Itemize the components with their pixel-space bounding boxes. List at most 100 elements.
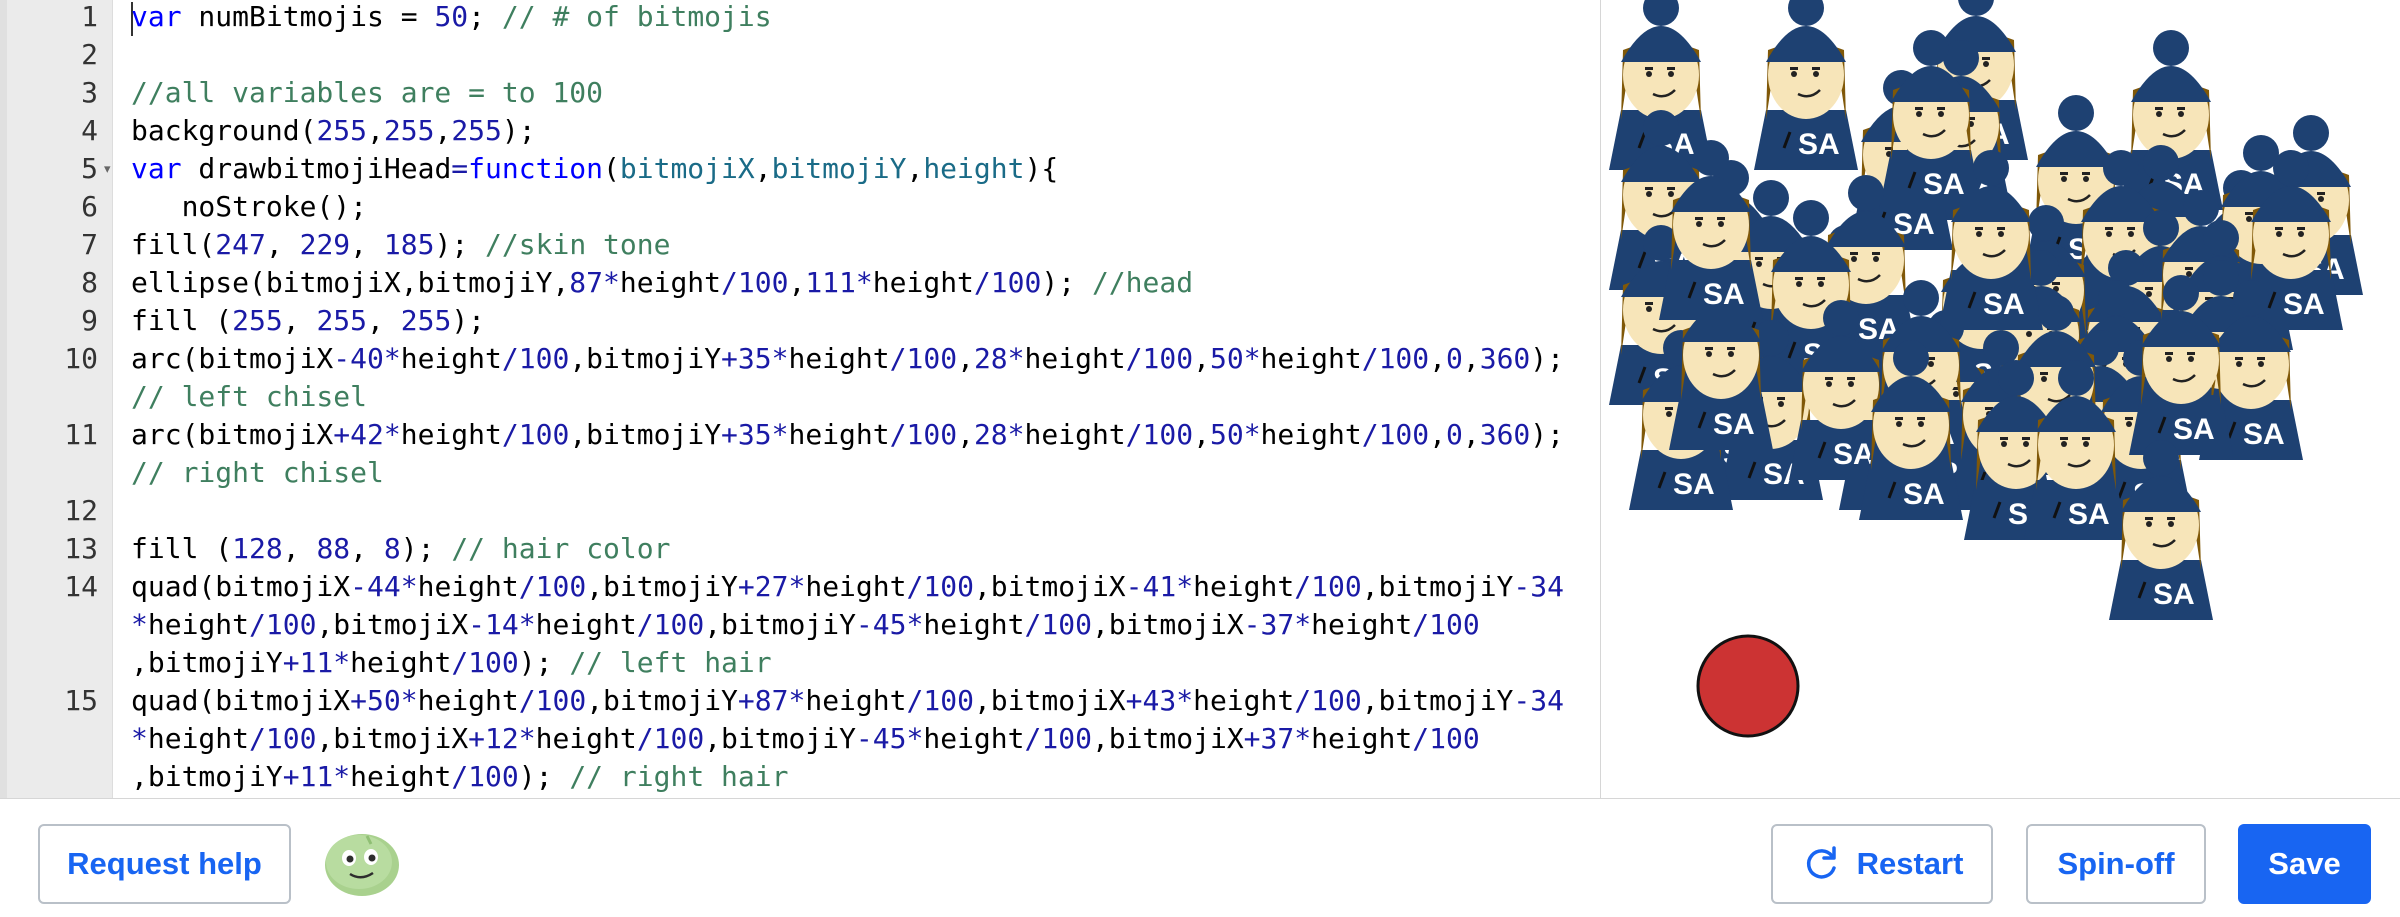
code-line[interactable]: ,bitmojiY+11*height/100); // left hair	[131, 644, 772, 682]
code-token: height	[1193, 684, 1295, 717]
code-token: );	[400, 532, 452, 565]
code-token: ,	[367, 114, 384, 147]
line-number: 15	[64, 684, 98, 717]
code-token: /	[721, 266, 738, 299]
code-token: 247	[215, 228, 266, 261]
code-token: ,bitmojiY	[586, 570, 738, 603]
save-label: Save	[2268, 846, 2341, 881]
code-token: ,bitmojiX	[1091, 722, 1244, 755]
save-button[interactable]: Save	[2238, 824, 2371, 904]
code-line[interactable]: *height/100,bitmojiX-14*height/100,bitmo…	[131, 606, 1480, 644]
code-token: 100	[1429, 608, 1480, 641]
code-line[interactable]: *height/100,bitmojiX+12*height/100,bitmo…	[131, 720, 1480, 758]
code-token: 50	[1209, 418, 1244, 451]
code-line[interactable]: // left chisel	[131, 378, 367, 416]
code-line[interactable]: quad(bitmojiX+50*height/100,bitmojiY+87*…	[131, 682, 1564, 720]
code-token: /	[973, 266, 991, 299]
code-token: /	[906, 684, 924, 717]
code-token: bitmojiY	[771, 152, 907, 185]
code-line[interactable]: arc(bitmojiX-40*height/100,bitmojiY+35*h…	[131, 340, 1564, 378]
bitmoji-label: SA	[1923, 168, 1965, 201]
bitmoji-label: SA	[1903, 478, 1945, 511]
code-editor[interactable]: 1 2 3 4 5 6 7 8 9 10 11 12 13 14 15 var numBitmojis = …	[0, 0, 1600, 798]
bitmoji-label: SA	[2173, 413, 2215, 446]
code-line[interactable]: var numBitmojis = 50; // # of bitmojis	[131, 0, 772, 36]
code-line[interactable]: arc(bitmojiX+42*height/100,bitmojiY+35*h…	[131, 416, 1564, 454]
code-token: height	[1311, 722, 1413, 755]
code-token: *	[1007, 342, 1025, 375]
code-token: );	[518, 760, 570, 793]
code-token: /	[249, 722, 266, 755]
code-token: 255	[451, 114, 502, 147]
code-token: 100	[468, 760, 519, 793]
fold-arrow-icon[interactable]: ▾	[104, 150, 111, 188]
code-token: height	[417, 570, 519, 603]
code-token: ,bitmojiX	[316, 608, 469, 641]
code-token: *	[1243, 342, 1261, 375]
request-help-label: Request help	[67, 846, 262, 881]
code-token: 100	[1378, 342, 1430, 375]
code-token: height	[1260, 342, 1362, 375]
line-number: 13	[64, 532, 98, 565]
code-token: +50	[350, 684, 401, 717]
request-help-button[interactable]: Request help	[38, 824, 291, 904]
code-token: *	[131, 722, 148, 755]
program-output-canvas[interactable]: SA SA SA SA SA SA SA SA SA SA SA SA SA SA SA SA SA SA SA SA…	[1600, 0, 2400, 798]
code-token: 100	[906, 342, 958, 375]
code-line[interactable]: fill (255, 255, 255);	[131, 302, 485, 340]
code-token: 128	[232, 532, 283, 565]
code-token: // left chisel	[131, 380, 368, 413]
code-token: 100	[265, 722, 317, 755]
code-token: 360	[1479, 342, 1531, 375]
restart-label: Restart	[1856, 846, 1964, 881]
spin-off-button[interactable]: Spin-off	[2026, 824, 2206, 904]
code-token: //skin tone	[485, 228, 671, 261]
code-token: 100	[468, 646, 519, 679]
code-line[interactable]: fill(247, 229, 185); //skin tone	[131, 226, 670, 264]
code-token: +35	[721, 418, 772, 451]
code-token: // left hair	[569, 646, 772, 679]
code-token: ,	[1429, 342, 1446, 375]
code-token: height	[350, 646, 452, 679]
code-line[interactable]: fill (128, 88, 8); // hair color	[131, 530, 670, 568]
code-token: 100	[518, 418, 570, 451]
red-ball	[1696, 634, 1800, 738]
code-line[interactable]: background(255,255,255);	[131, 112, 536, 150]
code-token: *	[1294, 608, 1312, 641]
code-token: height	[923, 608, 1025, 641]
code-token: +12	[468, 722, 519, 755]
code-line[interactable]: quad(bitmojiX-44*height/100,bitmojiY+27*…	[131, 568, 1564, 606]
code-token: 100	[653, 722, 705, 755]
code-token: 100	[923, 684, 974, 717]
code-token: /	[906, 570, 924, 603]
code-line[interactable]: //all variables are = to 100	[131, 74, 603, 112]
bitmoji-label: SA	[2153, 578, 2195, 611]
code-token: *	[518, 722, 536, 755]
restart-button[interactable]: Restart	[1771, 824, 1993, 904]
code-token: *	[788, 570, 806, 603]
code-token: height	[1193, 570, 1295, 603]
code-token: *	[518, 608, 536, 641]
code-line[interactable]: ,bitmojiY+11*height/100); // right hair	[131, 758, 788, 796]
code-token: +11	[282, 760, 334, 793]
code-line[interactable]: var drawbitmojiHead=function(bitmojiX,bi…	[131, 150, 1058, 188]
code-token: ;	[468, 0, 502, 33]
code-token: -41	[1125, 570, 1177, 603]
code-token: ellipse(bitmojiX,bitmojiY,	[131, 266, 570, 299]
code-token: quad(bitmojiX	[131, 684, 351, 717]
code-token: 100	[1311, 684, 1362, 717]
code-token: );	[1041, 266, 1092, 299]
line-number: 12	[64, 494, 98, 527]
code-line[interactable]: ellipse(bitmojiX,bitmojiY,87*height/100,…	[131, 264, 1193, 302]
code-token: bitmojiX	[619, 152, 755, 185]
code-line[interactable]: // right chisel	[131, 454, 384, 492]
code-token: 0	[1446, 418, 1463, 451]
code-token: -14	[468, 608, 519, 641]
line-number: 14	[64, 570, 98, 603]
code-token: ,	[350, 532, 384, 565]
code-token: fill (	[131, 532, 233, 565]
code-line[interactable]: noStroke();	[131, 188, 367, 226]
bitmoji-label: SA	[1703, 278, 1745, 311]
code-token: ,bitmojiY	[569, 418, 722, 451]
code-token: ,	[788, 266, 806, 299]
